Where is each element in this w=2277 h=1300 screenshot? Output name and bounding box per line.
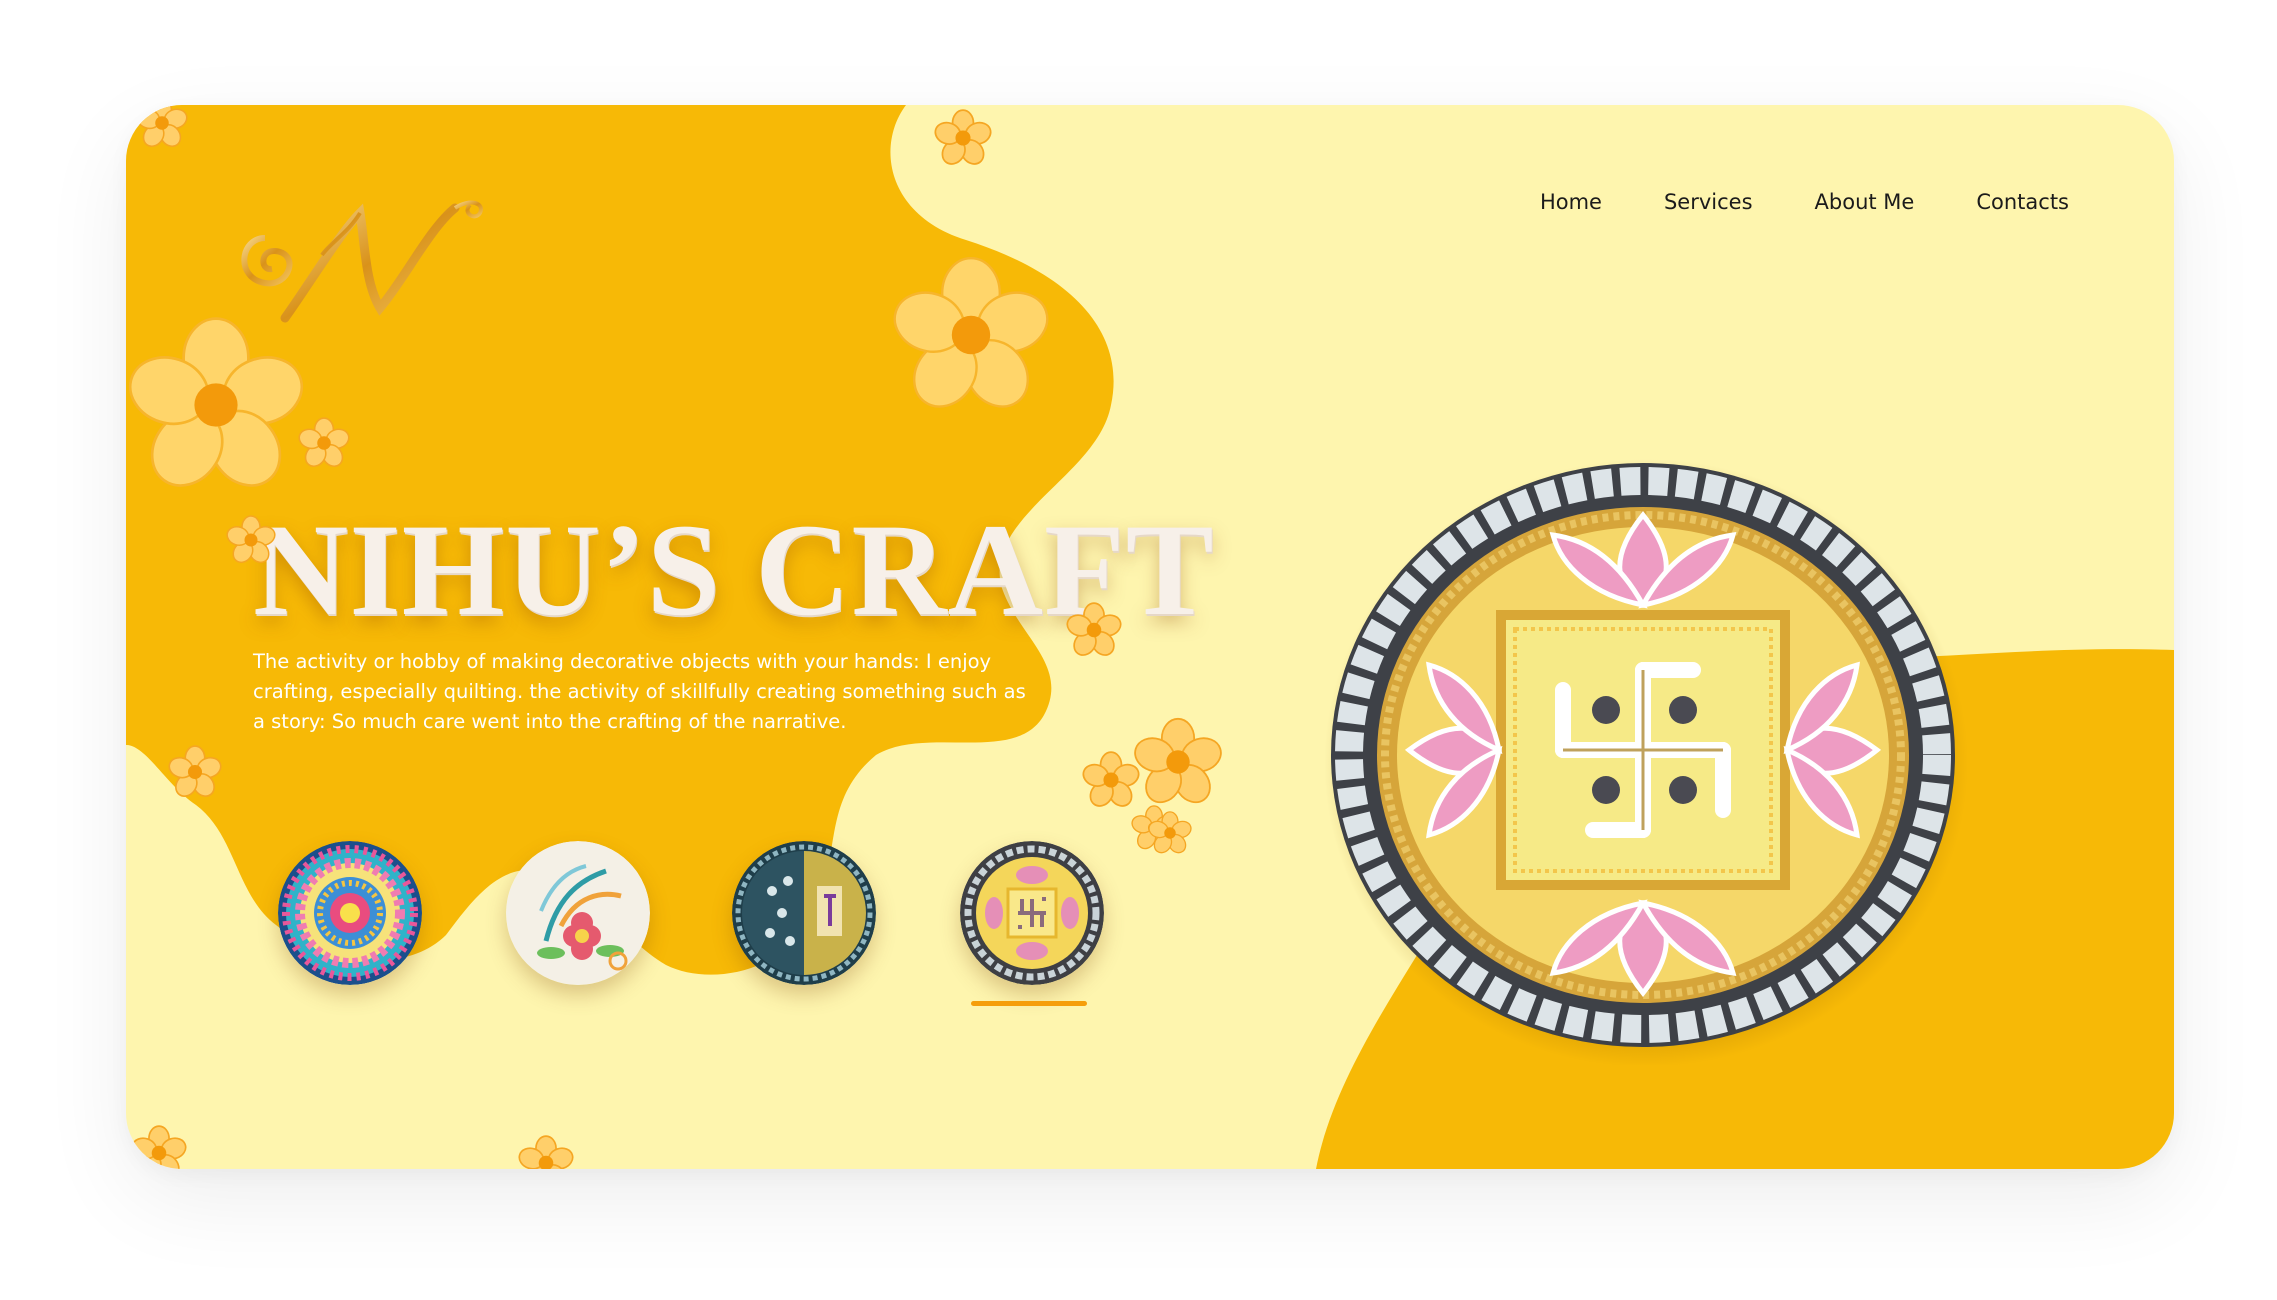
decorative-flower-small-2 xyxy=(136,105,188,148)
thumbnail-mandala[interactable] xyxy=(278,841,422,985)
decorative-flower-medium-right xyxy=(1134,717,1222,804)
hero-card: Home Services About Me Contacts NIHU’S C… xyxy=(126,105,2174,1169)
decorative-flower-small-7 xyxy=(1082,751,1140,807)
mandala-dot-art-image xyxy=(278,841,422,985)
nav-services[interactable]: Services xyxy=(1664,190,1753,214)
nav-home[interactable]: Home xyxy=(1540,190,1602,214)
thumbnail-swastik-plate[interactable] xyxy=(960,841,1104,985)
thumbnail-lippan[interactable] xyxy=(732,841,876,985)
decorative-flower-small-11 xyxy=(1148,811,1192,854)
main-nav: Home Services About Me Contacts xyxy=(1540,190,2069,214)
hero-description: The activity or hobby of making decorati… xyxy=(253,650,1026,733)
nav-contacts[interactable]: Contacts xyxy=(1976,190,2069,214)
selected-thumbnail-indicator xyxy=(971,1001,1087,1006)
decorative-flower-large-top xyxy=(893,257,1049,408)
decorative-flower-small-4 xyxy=(226,515,276,564)
decorative-flower-small-1 xyxy=(934,109,992,165)
swastik-plate-thumb-image xyxy=(960,841,1104,985)
thumbnail-quilling[interactable] xyxy=(506,841,650,985)
nav-about-me[interactable]: About Me xyxy=(1815,190,1915,214)
decorative-flower-small-6 xyxy=(168,745,222,797)
decorative-flower-small-3 xyxy=(298,417,350,468)
lippan-mirror-art-image xyxy=(732,841,876,985)
decorative-flower-small-5 xyxy=(1066,602,1122,656)
quilling-flower-image xyxy=(506,841,650,985)
decorative-flower-small-9 xyxy=(131,1125,187,1169)
decorative-flower-large-left xyxy=(128,317,304,487)
featured-swastik-plate xyxy=(1324,459,1968,1065)
decorative-flower-small-10 xyxy=(518,1135,574,1169)
brand-logo[interactable] xyxy=(230,183,500,333)
